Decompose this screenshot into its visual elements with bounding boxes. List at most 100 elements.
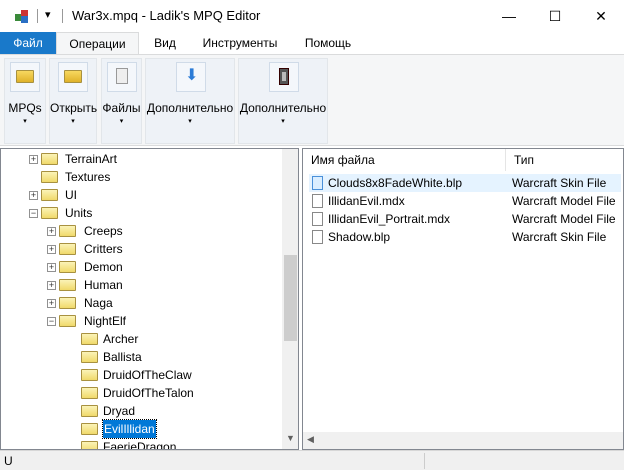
tree-item[interactable]: + TerrainArt (1, 150, 281, 168)
tree-item[interactable]: + Human (1, 276, 281, 294)
divider (62, 9, 63, 23)
folder-icon (81, 369, 98, 381)
mpqs-label: MPQs (8, 101, 42, 115)
tree-item[interactable]: DruidOfTheTalon (1, 384, 281, 402)
tree-item[interactable]: − Units (1, 204, 281, 222)
minimize-button[interactable]: — (486, 0, 532, 32)
status-bar: U (0, 450, 624, 470)
advanced-label-1: Дополнительно (146, 101, 234, 115)
tree-item[interactable]: DruidOfTheClaw (1, 366, 281, 384)
tree-item[interactable]: Archer (1, 330, 281, 348)
file-icon (312, 194, 323, 208)
expand-icon[interactable]: + (47, 281, 56, 290)
tree-item-label: Critters (84, 242, 123, 256)
tab-operations[interactable]: Операции (56, 32, 139, 55)
expand-icon[interactable]: + (47, 299, 56, 308)
tree-item[interactable]: + Demon (1, 258, 281, 276)
tab-file[interactable]: Файл (0, 32, 56, 55)
folder-icon (81, 351, 98, 363)
advanced-button-2[interactable]: Дополнительно ▾ (238, 58, 328, 144)
quick-access-dropdown-icon[interactable]: ▾ (45, 8, 51, 21)
advanced-label-2: Дополнительно (239, 101, 327, 115)
folder-icon (81, 387, 98, 399)
title-bar: ▾ War3x.mpq - Ladik's MPQ Editor — ☐ ✕ (0, 0, 624, 32)
tree-item-label: Dryad (103, 404, 136, 418)
tree-item[interactable]: + UI (1, 186, 281, 204)
tree-item[interactable]: + Creeps (1, 222, 281, 240)
tree-item-label: TerrainArt (65, 152, 118, 166)
tab-help[interactable]: Помощь (297, 32, 359, 55)
open-folder-icon (81, 423, 98, 435)
tree-item[interactable]: EvilIllidan (1, 419, 281, 439)
download-arrow-icon: ⬇ (176, 62, 206, 92)
file-row[interactable]: IllidanEvil.mdx Warcraft Model File (309, 192, 621, 210)
tree-item-label: UI (65, 188, 77, 202)
column-header-name[interactable]: Имя файла (303, 149, 506, 171)
folder-icon (41, 153, 58, 165)
tab-tools[interactable]: Инструменты (195, 32, 285, 55)
horizontal-scrollbar[interactable]: ◀ (303, 432, 623, 449)
folder-icon (59, 261, 76, 273)
tree-item-label: Creeps (84, 224, 123, 238)
app-icon[interactable] (14, 8, 30, 24)
folder-icon (41, 189, 58, 201)
dropdown-arrow-icon: ▾ (188, 118, 192, 125)
scrollbar-thumb[interactable] (284, 255, 297, 341)
scroll-left-icon[interactable]: ◀ (307, 434, 314, 445)
collapse-icon[interactable]: − (47, 317, 56, 326)
tree-item-label: Units (65, 206, 93, 220)
files-label: Файлы (102, 101, 141, 115)
close-button[interactable]: ✕ (578, 0, 624, 32)
mpqs-button[interactable]: MPQs ▾ (4, 58, 46, 144)
file-row[interactable]: Clouds8x8FadeWhite.blp Warcraft Skin File (309, 174, 621, 192)
scroll-down-icon[interactable]: ▼ (286, 433, 295, 443)
tree-item[interactable]: + Critters (1, 240, 281, 258)
document-icon (107, 62, 137, 92)
expand-icon[interactable]: + (29, 155, 38, 164)
ribbon-tabs: Файл Операции Вид Инструменты Помощь (0, 32, 624, 55)
file-icon (312, 230, 323, 244)
expand-icon[interactable]: + (29, 191, 38, 200)
status-text: U (4, 454, 13, 468)
expand-icon[interactable]: + (47, 263, 56, 272)
tree-scrollbar[interactable]: ▼ (282, 149, 298, 449)
tree-item-label: Archer (103, 332, 139, 346)
expand-icon[interactable]: + (47, 227, 56, 236)
collapse-icon[interactable]: − (29, 209, 38, 218)
tree-item-label: Demon (84, 260, 123, 274)
tree-item-label: DruidOfTheTalon (103, 386, 194, 400)
files-button[interactable]: Файлы ▾ (101, 58, 142, 144)
folder-icon (81, 405, 98, 417)
archive-icon (269, 62, 299, 92)
file-list[interactable]: Имя файла Тип Clouds8x8FadeWhite.blp Warc… (302, 148, 624, 450)
maximize-button[interactable]: ☐ (532, 0, 578, 32)
tree-item[interactable]: + Naga (1, 294, 281, 312)
dropdown-arrow-icon: ▾ (71, 118, 75, 125)
advanced-button-1[interactable]: ⬇ Дополнительно ▾ (145, 58, 235, 144)
tree-item[interactable]: Textures (1, 168, 281, 186)
tree-item[interactable]: FaerieDragon (1, 438, 281, 449)
ribbon: MPQs ▾ Открыть ▾ Файлы ▾ ⬇ Дополнительно… (0, 54, 624, 146)
expand-icon[interactable]: + (47, 245, 56, 254)
open-button[interactable]: Открыть ▾ (49, 58, 97, 144)
file-row[interactable]: Shadow.blp Warcraft Skin File (309, 228, 621, 246)
tree-item[interactable]: Dryad (1, 402, 281, 420)
file-type: Warcraft Skin File (512, 176, 607, 190)
column-header-type[interactable]: Тип (506, 149, 623, 171)
tab-view[interactable]: Вид (145, 32, 185, 55)
tree-item-label: Naga (84, 296, 113, 310)
tree-item[interactable]: − NightElf (1, 312, 281, 330)
file-type: Warcraft Skin File (512, 230, 607, 244)
file-type: Warcraft Model File (512, 194, 616, 208)
open-label: Открыть (50, 101, 98, 115)
folder-icon (81, 333, 98, 345)
file-icon (312, 176, 323, 190)
folder-tree[interactable]: + TerrainArt Textures + UI − Units + Creeps + Crit… (0, 148, 299, 450)
tree-item[interactable]: Ballista (1, 348, 281, 366)
dropdown-arrow-icon: ▾ (281, 118, 285, 125)
window-title: War3x.mpq - Ladik's MPQ Editor (72, 8, 261, 23)
folder-icon (59, 315, 76, 327)
file-name: IllidanEvil_Portrait.mdx (328, 212, 451, 226)
file-type: Warcraft Model File (512, 212, 616, 226)
file-row[interactable]: IllidanEvil_Portrait.mdx Warcraft Model F… (309, 210, 621, 228)
